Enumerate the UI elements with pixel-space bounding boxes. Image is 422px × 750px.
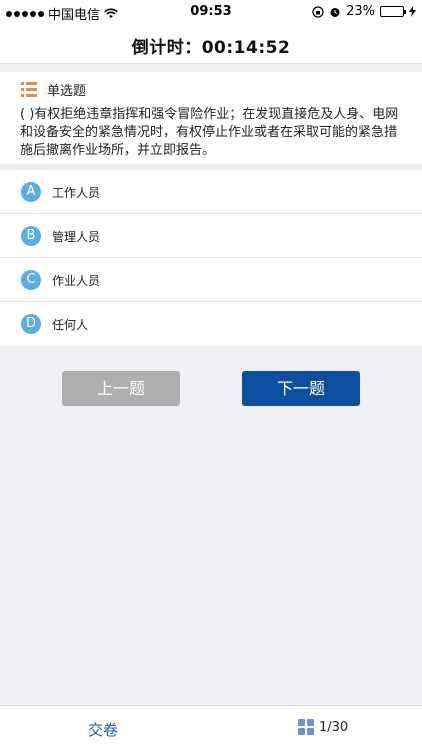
option-text: 任何人 xyxy=(52,318,89,332)
question-grid-button[interactable]: 1/30 xyxy=(298,719,348,736)
options-list: A 工作人员 B 管理人员 C 作业人员 D 任何人 xyxy=(0,170,422,346)
battery-percent: 23% xyxy=(346,4,375,19)
option-c[interactable]: C 作业人员 xyxy=(0,258,422,302)
question-text: ( )有权拒绝违章指挥和强令冒险作业；在发现直接危及人身、电网和设备安全的紧急情… xyxy=(20,107,399,158)
charging-icon xyxy=(409,6,416,17)
option-a[interactable]: A 工作人员 xyxy=(0,170,422,214)
submit-exam-button[interactable]: 交卷 xyxy=(88,719,118,740)
status-bar: 中国电信 09:53 23% xyxy=(0,0,422,24)
option-b[interactable]: B 管理人员 xyxy=(0,214,422,258)
status-right: 23% xyxy=(312,4,416,19)
option-text: 作业人员 xyxy=(52,274,101,288)
option-text: 工作人员 xyxy=(52,186,101,200)
list-icon xyxy=(21,82,37,97)
prev-question-button[interactable]: 上一题 xyxy=(62,371,180,406)
option-letter: B xyxy=(21,226,41,246)
rotation-lock-icon xyxy=(312,5,324,18)
alarm-icon xyxy=(330,7,340,17)
question-progress: 1/30 xyxy=(319,720,349,735)
option-letter: A xyxy=(21,182,41,202)
bottom-bar: 交卷 1/30 xyxy=(0,705,422,750)
option-letter: D xyxy=(21,314,41,334)
option-d[interactable]: D 任何人 xyxy=(0,302,422,346)
countdown-title: 倒计时：00:14:52 xyxy=(131,38,291,58)
exam-screen: 中国电信 09:53 23% 倒计时：00:14:52 单选题 ()有权拒绝违… xyxy=(0,0,422,750)
next-question-button[interactable]: 下一题 xyxy=(242,371,360,406)
question-card: 单选题 ( )有权拒绝违章指挥和强令冒险作业；在发现直接危及人身、电网和设备安全… xyxy=(0,72,422,164)
option-text: 管理人员 xyxy=(52,230,101,244)
option-letter: C xyxy=(21,270,41,290)
grid-icon xyxy=(298,719,315,736)
nav-bar: 倒计时：00:14:52 xyxy=(0,24,422,64)
battery-icon xyxy=(380,6,406,17)
question-type: 单选题 xyxy=(21,80,86,99)
question-type-label: 单选题 xyxy=(47,84,87,99)
